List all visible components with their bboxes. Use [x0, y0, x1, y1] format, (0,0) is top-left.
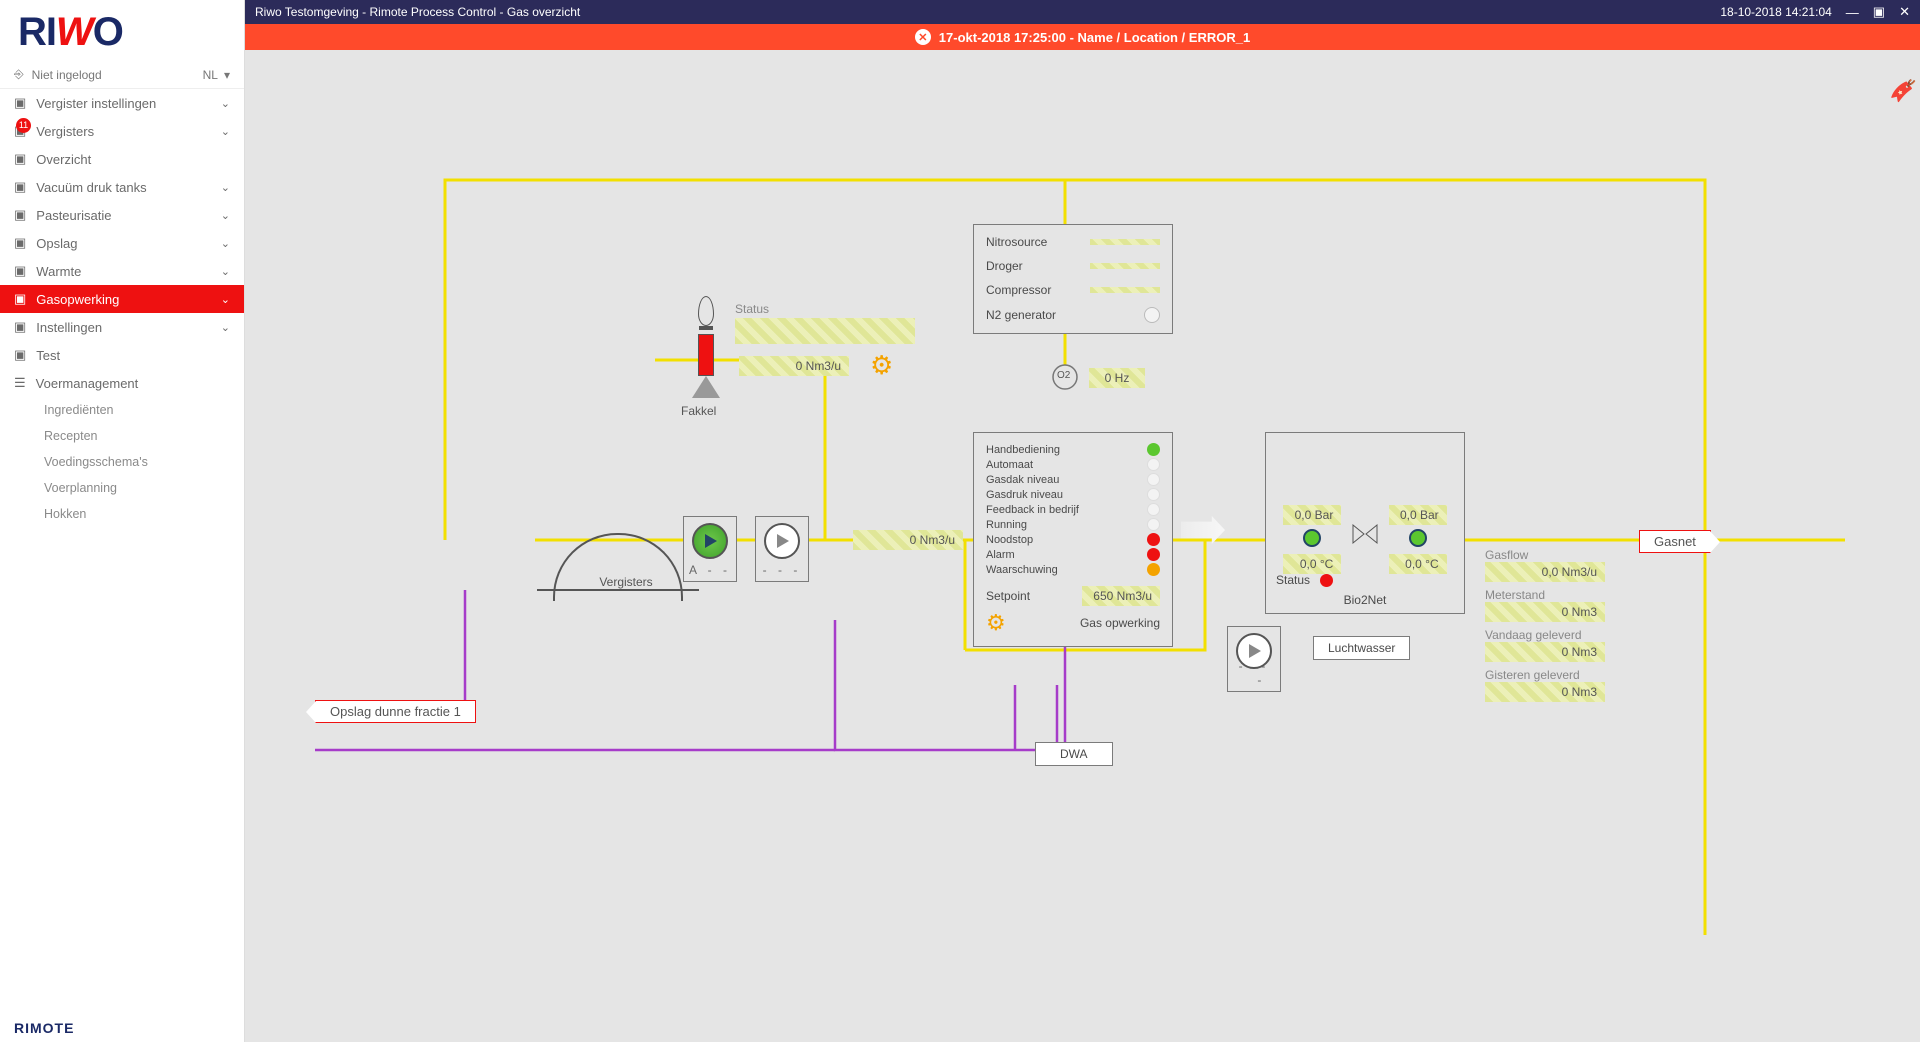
titlebar-datetime: 18-10-2018 14:21:04	[1720, 5, 1831, 19]
alert-close-icon[interactable]: ✕	[915, 29, 931, 45]
nav-sub-voerplanning[interactable]: Voerplanning	[0, 475, 244, 501]
bio2net-status-label: Status	[1276, 573, 1310, 587]
nav: ▣ Vergister instellingen⌄ ▣ 11Vergisters…	[0, 89, 244, 527]
sidebar: RIWO ⎆ Niet ingelogd NL ▾ ▣ Vergister in…	[0, 0, 245, 1042]
gasopwerking-panel: Handbediening Automaat Gasdak niveau Gasdru…	[973, 432, 1173, 647]
gasnet-arrow[interactable]: Gasnet	[1639, 530, 1711, 553]
status-row: Alarm	[986, 548, 1160, 561]
nav-sub-voedingsschema[interactable]: Voedingsschema's	[0, 449, 244, 475]
fakkel-status-label: Status	[735, 302, 769, 316]
nav-vergister-inst[interactable]: ▣ Vergister instellingen⌄	[0, 89, 244, 117]
gasflow-value: 0,0 Nm3/u	[1485, 562, 1605, 582]
luchtwasser-label: Luchtwasser	[1313, 636, 1410, 660]
bio2net-bar1: 0,0 Bar	[1283, 505, 1341, 525]
nav-sub-ingredienten[interactable]: Ingrediënten	[0, 397, 244, 423]
gasopwerking-title: Gas opwerking	[1080, 616, 1160, 630]
vandaag-label: Vandaag geleverd	[1485, 628, 1615, 642]
tag-icon[interactable]: 🔖	[1889, 77, 1915, 104]
bio2net-c2: 0,0 °C	[1389, 554, 1447, 574]
flow-arrow-icon	[1181, 516, 1225, 544]
process-canvas: 🔖 Fakkel Status 0 Nm3/u ⚙ Vergisters A -…	[245, 50, 1920, 1042]
nav-pasteurisatie[interactable]: ▣ Pasteurisatie⌄	[0, 201, 244, 229]
status-row: Gasdruk niveau	[986, 488, 1160, 501]
nitrosource-label: Nitrosource	[986, 235, 1047, 249]
fakkel-status-value	[735, 318, 915, 344]
nav-voermanagement[interactable]: ☰ Voermanagement	[0, 369, 244, 397]
nav-sub-hokken[interactable]: Hokken	[0, 501, 244, 527]
bio2net-valve1-icon	[1303, 529, 1321, 547]
nav-sub-recepten[interactable]: Recepten	[0, 423, 244, 449]
fakkel-flow: 0 Nm3/u	[739, 356, 849, 376]
setpoint-label: Setpoint	[986, 589, 1030, 603]
bio2net-status-led	[1320, 574, 1333, 587]
bio2net-valve2-icon	[1409, 529, 1427, 547]
user-row[interactable]: ⎆ Niet ingelogd NL ▾	[0, 61, 244, 89]
bio2net-bar2: 0,0 Bar	[1389, 505, 1447, 525]
alert-bar[interactable]: ✕ 17-okt-2018 17:25:00 - Name / Location…	[245, 24, 1920, 50]
meterstand-value: 0 Nm3	[1485, 602, 1605, 622]
bio2net-c1: 0,0 °C	[1283, 554, 1341, 574]
logo: RIWO	[0, 0, 244, 61]
dwa-label: DWA	[1035, 742, 1113, 766]
hz-value: 0 Hz	[1089, 368, 1145, 388]
status-row: Automaat	[986, 458, 1160, 471]
chevron-down-icon: ▾	[224, 68, 230, 82]
pump-b-icon	[764, 523, 800, 559]
alert-text: 17-okt-2018 17:25:00 - Name / Location /…	[939, 30, 1250, 45]
o2-label: O2	[1057, 370, 1070, 381]
gear-icon[interactable]: ⚙	[870, 350, 893, 381]
gasflow-label: Gasflow	[1485, 548, 1615, 562]
status-row: Gasdak niveau	[986, 473, 1160, 486]
status-row: Feedback in bedrijf	[986, 503, 1160, 516]
vandaag-value: 0 Nm3	[1485, 642, 1605, 662]
nav-test[interactable]: ▣ Test	[0, 341, 244, 369]
status-row: Noodstop	[986, 533, 1160, 546]
nav-overzicht[interactable]: ▣ Overzicht	[0, 145, 244, 173]
status-row: Running	[986, 518, 1160, 531]
nav-opslag[interactable]: ▣ Opslag⌄	[0, 229, 244, 257]
close-icon[interactable]: ✕	[1899, 4, 1910, 20]
status-row: Waarschuwing	[986, 563, 1160, 576]
opslag-arrow[interactable]: Opslag dunne fractie 1	[315, 700, 476, 723]
vergisters-graphic: Vergisters	[553, 533, 699, 591]
droger-label: Droger	[986, 259, 1023, 273]
bio2net-panel: 0,0 Bar 0,0 °C 0,0 Bar 0,0 °C Status Bio…	[1265, 432, 1465, 614]
n2-label: N2 generator	[986, 308, 1056, 322]
titlebar: Riwo Testomgeving - Rimote Process Contr…	[245, 0, 1920, 24]
login-icon: ⎆	[14, 67, 24, 82]
pump-luchtwasser-box[interactable]: - - -	[1227, 626, 1281, 692]
pump-b-box[interactable]: - - -	[755, 516, 809, 582]
titlebar-text: Riwo Testomgeving - Rimote Process Contr…	[255, 5, 580, 19]
compressor-label: Compressor	[986, 283, 1051, 297]
fakkel-graphic: Fakkel	[681, 296, 731, 418]
setpoint-value: 650 Nm3/u	[1082, 586, 1160, 606]
user-label: Niet ingelogd	[32, 68, 102, 82]
nav-vacuum[interactable]: ▣ Vacuüm druk tanks⌄	[0, 173, 244, 201]
component-panel: Nitrosource Droger Compressor N2 generat…	[973, 224, 1173, 334]
main-flow: 0 Nm3/u	[853, 530, 963, 550]
meterstand-label: Meterstand	[1485, 588, 1615, 602]
minimize-icon[interactable]: —	[1846, 5, 1859, 20]
pump-a-icon	[692, 523, 728, 559]
bio2net-title: Bio2Net	[1266, 593, 1464, 607]
gisteren-label: Gisteren geleverd	[1485, 668, 1615, 682]
valve-icon	[1352, 523, 1378, 549]
gisteren-value: 0 Nm3	[1485, 682, 1605, 702]
stats-panel: Gasflow 0,0 Nm3/u Meterstand 0 Nm3 Vanda…	[1485, 548, 1615, 702]
pump-a-box[interactable]: A - -	[683, 516, 737, 582]
nav-gasopwerking[interactable]: ▣ Gasopwerking⌄	[0, 285, 244, 313]
footer-brand: RIMOTE	[14, 1020, 74, 1036]
maximize-icon[interactable]: ▣	[1873, 4, 1885, 20]
nav-vergisters[interactable]: ▣ 11Vergisters⌄	[0, 117, 244, 145]
status-row: Handbediening	[986, 443, 1160, 456]
gear-icon[interactable]: ⚙	[986, 610, 1006, 636]
nav-instellingen[interactable]: ▣ Instellingen⌄	[0, 313, 244, 341]
nav-warmte[interactable]: ▣ Warmte⌄	[0, 257, 244, 285]
language-selector[interactable]: NL ▾	[203, 68, 230, 82]
